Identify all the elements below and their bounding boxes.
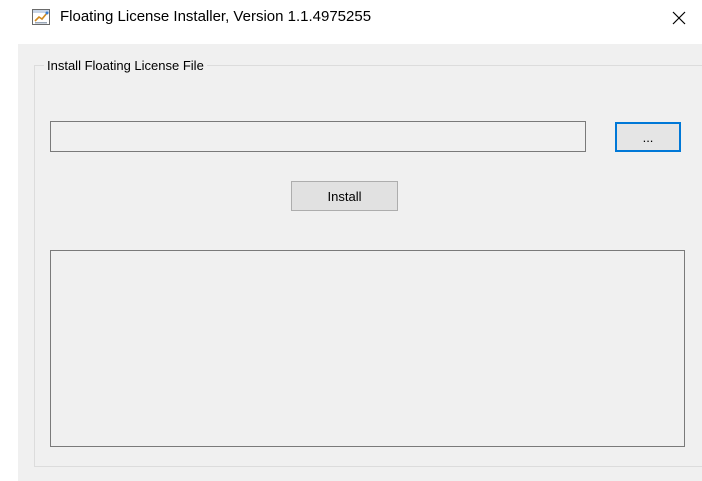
install-button[interactable]: Install — [291, 181, 398, 211]
license-app-icon — [32, 8, 50, 26]
groupbox-label: Install Floating License File — [44, 58, 207, 73]
close-button[interactable] — [656, 0, 702, 36]
dialog-client-area: Install Floating License File ... Instal… — [18, 44, 702, 481]
window-title: Floating License Installer, Version 1.1.… — [60, 8, 372, 25]
close-icon — [672, 11, 686, 25]
license-file-path-input[interactable] — [50, 121, 586, 152]
output-log-textarea[interactable] — [50, 250, 685, 447]
browse-button[interactable]: ... — [615, 122, 681, 152]
title-bar: Floating License Installer, Version 1.1.… — [0, 0, 702, 36]
